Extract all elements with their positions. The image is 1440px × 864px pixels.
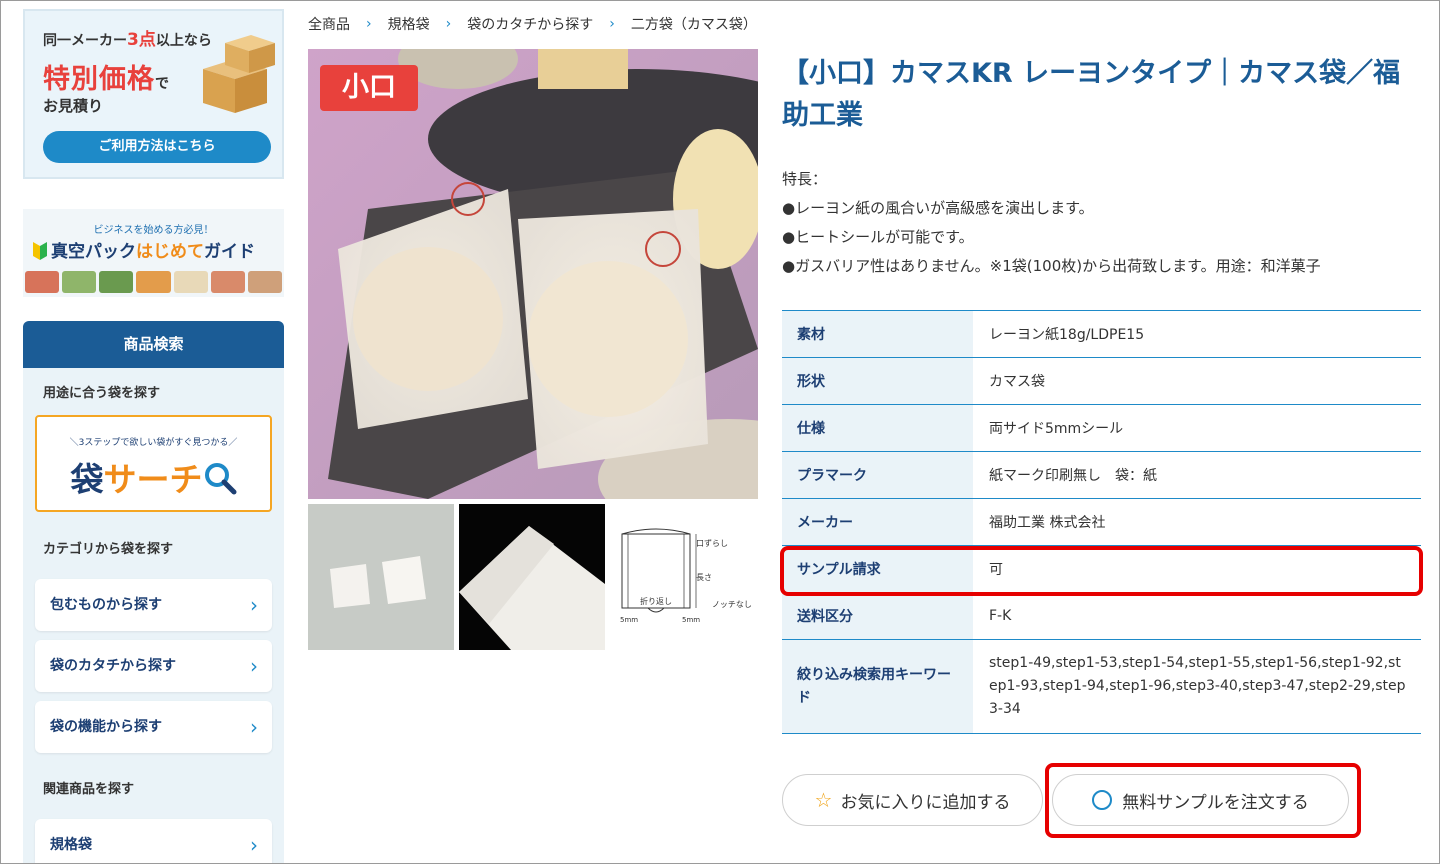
bag-diagram bbox=[621, 528, 697, 613]
breadcrumb-all[interactable]: 全商品 bbox=[308, 14, 350, 34]
feature-item: ●レーヨン紙の風合いが高級感を演出します。 bbox=[782, 199, 1094, 217]
spec-value: カマス袋 bbox=[989, 374, 1045, 390]
spec-key: 素材 bbox=[782, 311, 973, 357]
spec-row-keywords: 絞り込み検索用キーワード step1-49,step1-53,step1-54,s… bbox=[782, 640, 1421, 734]
diagram-label-5mm-right: 5mm bbox=[682, 616, 701, 624]
features-label: 特長： bbox=[782, 170, 828, 188]
breadcrumb-standard[interactable]: 規格袋 bbox=[388, 14, 430, 34]
spec-key: 形状 bbox=[782, 358, 973, 404]
nav-label: 袋の機能から探す bbox=[50, 719, 162, 735]
cardboard-boxes-icon bbox=[203, 35, 275, 113]
chevron-right-icon: › bbox=[609, 16, 615, 32]
diagram-label-length: 長さ bbox=[696, 573, 712, 582]
diagram-label-fold: 折り返し bbox=[640, 597, 672, 606]
chevron-right-icon: › bbox=[250, 833, 258, 857]
spec-key: メーカー bbox=[782, 499, 973, 545]
sample-row-highlight bbox=[780, 546, 1423, 596]
promo-headline: 特別価格で bbox=[43, 64, 170, 95]
feature-item: ●ヒートシールが可能です。 bbox=[782, 228, 974, 246]
chevron-right-icon: › bbox=[366, 16, 372, 32]
thumbnail-1[interactable] bbox=[308, 504, 454, 650]
product-search-header: 商品検索 bbox=[23, 321, 284, 368]
promo-line1: 同一メーカー3点以上なら bbox=[43, 30, 212, 50]
spec-row-spec: 仕様 両サイド5mmシール bbox=[782, 405, 1421, 452]
nav-label: 規格袋 bbox=[50, 837, 92, 853]
breadcrumb-shape[interactable]: 袋のカタチから探す bbox=[467, 14, 593, 34]
thumbnail-photo bbox=[330, 556, 426, 608]
spec-row-material: 素材 レーヨン紙18g/LDPE15 bbox=[782, 311, 1421, 358]
magnifier-icon bbox=[204, 463, 236, 495]
spec-value: 福助工業 株式会社 bbox=[989, 515, 1106, 531]
chevron-right-icon: › bbox=[250, 715, 258, 739]
spec-table: 素材 レーヨン紙18g/LDPE15 形状 カマス袋 仕様 両サイド5mmシール プラ… bbox=[782, 310, 1421, 734]
fukuro-search-banner[interactable]: ＼3ステップで欲しい袋がすぐ見つかる／ 袋サーチ bbox=[35, 415, 272, 512]
thumbnail-photo bbox=[459, 526, 605, 650]
spec-key: 送料区分 bbox=[782, 593, 973, 639]
standard-bags-button[interactable]: 規格袋 › bbox=[35, 819, 272, 863]
product-photo bbox=[308, 49, 758, 499]
search-by-contents-button[interactable]: 包むものから探す › bbox=[35, 579, 272, 631]
thumbnail-2[interactable] bbox=[459, 504, 605, 650]
vacuum-pack-guide-banner[interactable]: ビジネスを始める方必見！ 真空パックはじめてガイド bbox=[23, 209, 284, 297]
chevron-right-icon: › bbox=[250, 654, 258, 678]
guide-subtitle: ビジネスを始める方必見！ bbox=[93, 225, 214, 236]
page: 同一メーカー3点以上なら 特別価格で お見積り ご利用方法はこちら ビジネスを始… bbox=[0, 0, 1440, 864]
feature-item: ●ガスバリア性はありません。※1袋(100枚)から出荷致します。用途：和洋菓子 bbox=[782, 257, 1321, 275]
beginner-mark-icon bbox=[33, 242, 47, 260]
fukuro-search-subtitle: ＼3ステップで欲しい袋がすぐ見つかる／ bbox=[69, 438, 238, 448]
product-title: 【小口】カマスKR レーヨンタイプ｜カマス袋／福助工業 bbox=[782, 58, 1401, 131]
promo-line3: お見積り bbox=[43, 97, 104, 115]
by-use-label: 用途に合う袋を探す bbox=[43, 386, 161, 401]
fukuro-search-logo: 袋サーチ bbox=[37, 453, 270, 501]
spec-value: F-K bbox=[989, 608, 1012, 624]
small-lot-badge: 小口 bbox=[320, 65, 418, 111]
food-images-strip bbox=[25, 271, 282, 293]
how-to-use-button[interactable]: ご利用方法はこちら bbox=[43, 131, 271, 163]
search-by-function-button[interactable]: 袋の機能から探す › bbox=[35, 701, 272, 753]
breadcrumb: 全商品 › 規格袋 › 袋のカタチから探す › 二方袋（カマス袋） bbox=[308, 13, 757, 35]
spec-row-maker: メーカー 福助工業 株式会社 bbox=[782, 499, 1421, 546]
related-label: 関連商品を探す bbox=[43, 782, 135, 797]
nav-label: 包むものから探す bbox=[50, 597, 162, 613]
spec-value: step1-49,step1-53,step1-54,step1-55,step… bbox=[989, 655, 1406, 717]
product-search-panel: 商品検索 用途に合う袋を探す ＼3ステップで欲しい袋がすぐ見つかる／ 袋サーチ … bbox=[23, 321, 284, 863]
by-category-label: カテゴリから袋を探す bbox=[43, 542, 174, 557]
thumbnail-diagram[interactable]: 口ずらし 長さ 折り返し ノッチなし 5mm 5mm bbox=[610, 504, 756, 650]
chevron-right-icon: › bbox=[250, 593, 258, 617]
product-features: 特長： ●レーヨン紙の風合いが高級感を演出します。 ●ヒートシールが可能です。 … bbox=[782, 165, 1321, 281]
guide-title: 真空パックはじめてガイド bbox=[33, 237, 255, 262]
favorites-label: お気に入りに追加する bbox=[840, 792, 1011, 813]
diagram-label-top: 口ずらし bbox=[696, 539, 728, 548]
spec-key: プラマーク bbox=[782, 452, 973, 498]
product-thumbnails: 口ずらし 長さ 折り返し ノッチなし 5mm 5mm bbox=[308, 504, 758, 650]
spec-key: 絞り込み検索用キーワード bbox=[782, 640, 973, 733]
bulk-discount-banner[interactable]: 同一メーカー3点以上なら 特別価格で お見積り ご利用方法はこちら bbox=[23, 9, 284, 179]
spec-value: 両サイド5mmシール bbox=[989, 421, 1124, 437]
diagram-label-5mm-left: 5mm bbox=[620, 616, 639, 624]
diagram-label-notch: ノッチなし bbox=[712, 600, 752, 609]
spec-row-shipping: 送料区分 F-K bbox=[782, 593, 1421, 640]
breadcrumb-current: 二方袋（カマス袋） bbox=[630, 17, 757, 33]
product-main-image[interactable]: 小口 bbox=[308, 49, 758, 499]
spec-row-shape: 形状 カマス袋 bbox=[782, 358, 1421, 405]
spec-value: 紙マーク印刷無し 袋：紙 bbox=[989, 468, 1157, 484]
chevron-right-icon: › bbox=[445, 16, 452, 32]
spec-row-recycle-mark: プラマーク 紙マーク印刷無し 袋：紙 bbox=[782, 452, 1421, 499]
search-by-shape-button[interactable]: 袋のカタチから探す › bbox=[35, 640, 272, 692]
sample-button-highlight bbox=[1045, 763, 1361, 838]
add-to-favorites-button[interactable]: ☆ お気に入りに追加する bbox=[782, 774, 1043, 826]
star-icon: ☆ bbox=[814, 788, 833, 812]
nav-label: 袋のカタチから探す bbox=[50, 658, 176, 674]
spec-key: 仕様 bbox=[782, 405, 973, 451]
spec-value: レーヨン紙18g/LDPE15 bbox=[989, 327, 1145, 343]
